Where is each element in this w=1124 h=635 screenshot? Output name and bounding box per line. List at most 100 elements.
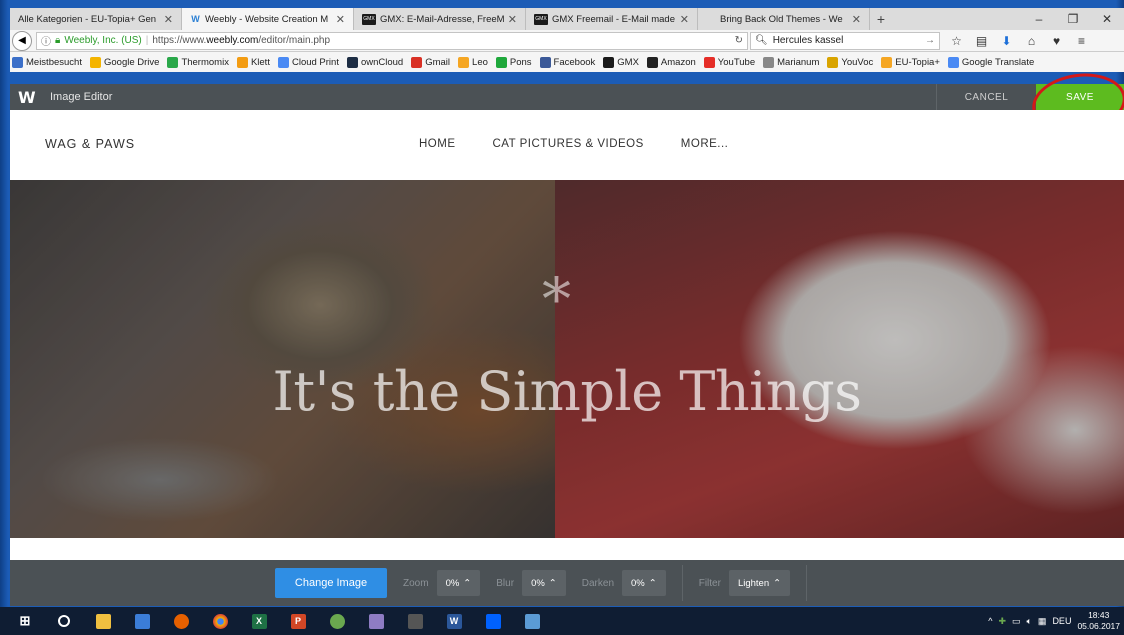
close-tab-icon[interactable]: ✕: [852, 13, 861, 26]
tab-label: Bring Back Old Themes - We: [720, 13, 843, 25]
firefox-icon[interactable]: [167, 607, 195, 635]
info-icon[interactable]: ⓘ: [41, 33, 51, 48]
change-image-button[interactable]: Change Image: [275, 568, 387, 598]
powerpoint-icon[interactable]: P: [284, 607, 312, 635]
bookmark-item[interactable]: ownCloud: [346, 56, 404, 68]
blur-dropdown[interactable]: 0% ⌃: [522, 570, 566, 596]
restore-icon[interactable]: ❐: [1056, 8, 1090, 30]
bookmark-item[interactable]: Facebook: [539, 56, 595, 68]
bookmark-item[interactable]: GMX: [603, 56, 639, 68]
bookmark-label: Google Drive: [103, 56, 160, 68]
pocket-icon[interactable]: ♥: [1044, 34, 1069, 48]
bookmark-item[interactable]: Cloud Print: [277, 56, 339, 68]
volume-icon[interactable]: 🔈︎: [1027, 616, 1032, 627]
reload-icon[interactable]: ↻: [735, 35, 743, 46]
home-icon[interactable]: ⌂: [1019, 34, 1044, 48]
close-window-icon[interactable]: ✕: [1090, 8, 1124, 30]
darken-dropdown[interactable]: 0% ⌃: [622, 570, 666, 596]
zoom-label: Zoom: [403, 577, 429, 589]
bookmark-icon: [458, 56, 470, 68]
windows-taskbar: ⊞ X P W ^ ✚ ▭ 🔈︎ ▦ DEU 18:43 05.06.2017: [0, 607, 1124, 635]
minimize-icon[interactable]: –: [1022, 8, 1056, 30]
bookmark-label: ownCloud: [360, 56, 404, 68]
bookmark-item[interactable]: Leo: [458, 56, 488, 68]
movie-maker-icon[interactable]: [401, 607, 429, 635]
close-tab-icon[interactable]: ✕: [508, 13, 517, 26]
language-indicator[interactable]: DEU: [1052, 616, 1071, 626]
bookmark-item[interactable]: Klett: [236, 56, 270, 68]
file-explorer-icon[interactable]: [89, 607, 117, 635]
address-bar[interactable]: ⓘ 🔒︎ Weebly, Inc. (US) | https://www.wee…: [36, 31, 748, 50]
clock[interactable]: 18:43 05.06.2017: [1077, 610, 1120, 632]
menu-icon[interactable]: ≡: [1069, 34, 1094, 48]
word-icon[interactable]: W: [440, 607, 468, 635]
bookmark-item[interactable]: Meistbesucht: [12, 56, 82, 68]
browser-tab[interactable]: Alle Kategorien - EU-Topia+ Gen ✕: [10, 8, 182, 30]
site-logo[interactable]: WAG & PAWS: [45, 137, 135, 151]
close-tab-icon[interactable]: ✕: [164, 13, 173, 26]
hero-title[interactable]: It's the Simple Things: [10, 360, 1124, 423]
new-tab-button[interactable]: +: [870, 8, 892, 30]
keyboard-icon[interactable]: ▦: [1038, 616, 1047, 627]
search-go-icon[interactable]: →: [925, 35, 935, 46]
back-arrow-icon[interactable]: ◀: [12, 30, 32, 51]
clock-date: 05.06.2017: [1077, 621, 1120, 631]
menu-item-more[interactable]: MORE...: [681, 138, 729, 150]
bookmark-item[interactable]: EU-Topia+: [881, 56, 940, 68]
blur-control: Blur 0% ⌃: [496, 570, 566, 596]
bookmark-icon: [277, 56, 289, 68]
system-tray: ^ ✚ ▭ 🔈︎ ▦ DEU 18:43 05.06.2017: [988, 610, 1124, 632]
paint-icon[interactable]: [323, 607, 351, 635]
network-app-icon[interactable]: ✚: [998, 616, 1006, 627]
bookmark-icon: [167, 56, 179, 68]
tab-label: GMX: E-Mail-Adresse, FreeM: [380, 13, 504, 25]
chevron-up-tray-icon[interactable]: ^: [988, 616, 992, 626]
excel-icon[interactable]: X: [245, 607, 273, 635]
bookmark-item[interactable]: Google Translate: [947, 56, 1034, 68]
bookmark-item[interactable]: Gmail: [411, 56, 450, 68]
browser-tab[interactable]: GMX GMX: E-Mail-Adresse, FreeM ✕: [354, 8, 526, 30]
hero-image[interactable]: * It's the Simple Things: [10, 180, 1124, 538]
bookmark-icon: [881, 56, 893, 68]
bookmarks-list-icon[interactable]: ▤: [969, 34, 994, 48]
bookmark-star-icon[interactable]: ☆: [944, 34, 969, 48]
browser-tab[interactable]: GMX GMX Freemail - E-Mail made ✕: [526, 8, 698, 30]
menu-item-home[interactable]: HOME: [419, 138, 456, 150]
bookmark-item[interactable]: Pons: [495, 56, 532, 68]
bookmark-item[interactable]: YouVoc: [827, 56, 873, 68]
zoom-dropdown[interactable]: 0% ⌃: [436, 570, 481, 596]
chrome-icon[interactable]: [206, 607, 234, 635]
menu-item-cat-pictures[interactable]: CAT PICTURES & VIDEOS: [493, 138, 644, 150]
task-view-icon[interactable]: [128, 607, 156, 635]
weebly-icon: W: [191, 13, 200, 24]
browser-tab-active[interactable]: W Weebly - Website Creation M ✕: [182, 8, 354, 30]
browser-tab[interactable]: Bring Back Old Themes - We ✕: [698, 8, 870, 30]
download-icon[interactable]: ⬇: [994, 34, 1019, 48]
search-input[interactable]: 🔍︎ Hercules kassel →: [750, 31, 940, 50]
site-menu: HOME CAT PICTURES & VIDEOS MORE...: [419, 138, 728, 150]
search-circle-icon[interactable]: [50, 607, 78, 635]
darken-label: Darken: [581, 577, 615, 589]
network-icon[interactable]: ▭: [1012, 616, 1021, 627]
bookmark-item[interactable]: Marianum: [763, 56, 819, 68]
windows-start-icon[interactable]: ⊞: [11, 607, 39, 635]
bookmark-item[interactable]: Amazon: [646, 56, 696, 68]
bookmark-label: EU-Topia+: [895, 56, 940, 68]
filter-dropdown[interactable]: Lighten ⌃: [728, 570, 791, 596]
photos-icon[interactable]: [518, 607, 546, 635]
bookmark-item[interactable]: Google Drive: [89, 56, 160, 68]
bookmark-label: Cloud Print: [291, 56, 339, 68]
bookmark-item[interactable]: YouTube: [703, 56, 755, 68]
tab-label: GMX Freemail - E-Mail made: [552, 13, 675, 25]
close-tab-icon[interactable]: ✕: [336, 13, 345, 26]
bookmark-label: Meistbesucht: [26, 56, 82, 68]
filter-control: Filter Lighten ⌃: [699, 570, 791, 596]
bookmark-label: Thermomix: [181, 56, 229, 68]
dropbox-icon[interactable]: [479, 607, 507, 635]
media-icon[interactable]: [362, 607, 390, 635]
address-separator: |: [145, 35, 149, 46]
cancel-button[interactable]: CANCEL: [936, 84, 1036, 110]
bookmark-item[interactable]: Thermomix: [167, 56, 229, 68]
close-tab-icon[interactable]: ✕: [680, 13, 689, 26]
bookmark-icon: [827, 56, 839, 68]
